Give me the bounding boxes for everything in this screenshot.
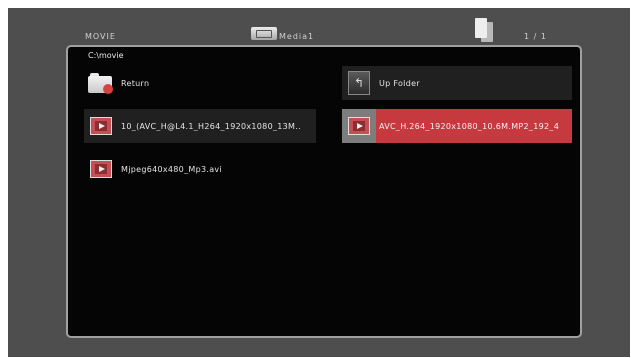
file-item[interactable]: Mjpeg640x480_Mp3.avi bbox=[84, 152, 316, 186]
up-folder-label: Up Folder bbox=[379, 78, 420, 88]
file-thumb bbox=[84, 109, 118, 143]
usb-icon bbox=[251, 27, 277, 40]
file-label: Mjpeg640x480_Mp3.avi bbox=[121, 164, 222, 174]
file-label: AVC_H.264_1920x1080_10.6M.MP2_192_4 bbox=[379, 121, 560, 131]
return-arrow-icon bbox=[103, 84, 113, 94]
up-folder-item[interactable]: ↰ Up Folder bbox=[342, 66, 572, 100]
film-icon bbox=[90, 117, 112, 135]
film-icon bbox=[348, 117, 370, 135]
file-thumb bbox=[342, 109, 376, 143]
file-label: 10_(AVC_H@L4.1_H264_1920x1080_13M.. bbox=[121, 121, 301, 131]
file-item-selected[interactable]: AVC_H.264_1920x1080_10.6M.MP2_192_4 bbox=[342, 109, 572, 143]
section-title: MOVIE bbox=[85, 32, 116, 41]
up-folder-icon: ↰ bbox=[348, 71, 370, 95]
page-indicator: 1 / 1 bbox=[524, 32, 547, 41]
page-front-icon bbox=[475, 18, 487, 38]
film-icon bbox=[90, 160, 112, 178]
return-item[interactable]: Return bbox=[84, 66, 332, 100]
page-icon bbox=[475, 18, 493, 44]
file-browser: C:\movie Return ↰ Up Folder 10_(AVC_H@L4… bbox=[66, 45, 582, 338]
return-label: Return bbox=[121, 78, 150, 88]
current-path: C:\movie bbox=[88, 51, 124, 60]
up-folder-thumb: ↰ bbox=[342, 66, 376, 100]
return-folder-icon bbox=[88, 73, 114, 94]
file-item[interactable]: 10_(AVC_H@L4.1_H264_1920x1080_13M.. bbox=[84, 109, 316, 143]
file-thumb bbox=[84, 152, 118, 186]
device-name: Media1 bbox=[279, 32, 315, 41]
return-thumb bbox=[84, 66, 118, 100]
